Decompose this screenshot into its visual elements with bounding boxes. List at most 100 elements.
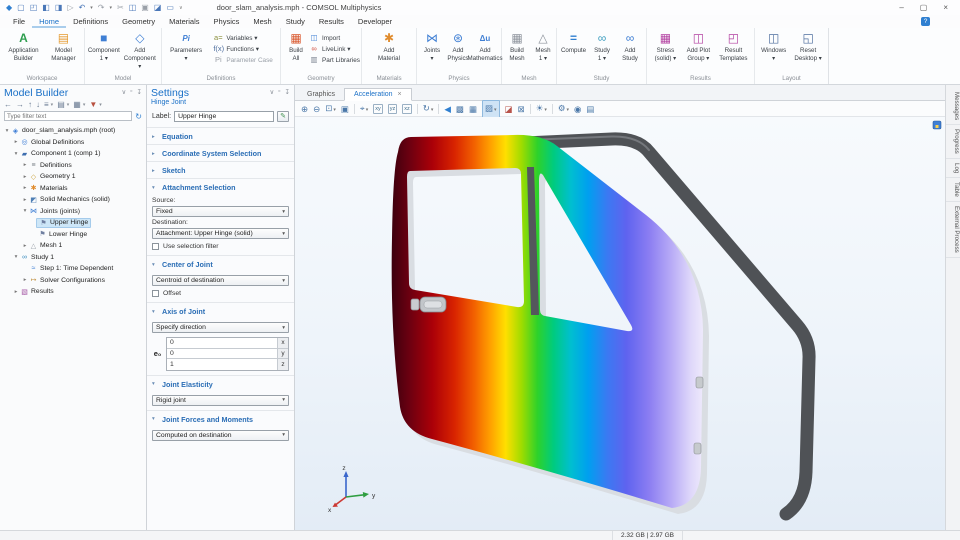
undo-caret-icon[interactable]: ▾ bbox=[90, 3, 93, 13]
scene-light-icon[interactable]: ☀▾ bbox=[536, 101, 547, 117]
rotate-view-icon[interactable]: ↻▾ bbox=[423, 101, 434, 117]
color-plot-icon[interactable]: ▨▾ bbox=[482, 100, 500, 118]
tree-view-icon[interactable]: ▦ bbox=[73, 100, 81, 109]
zoom-extents-icon[interactable]: ⊡▾ bbox=[325, 101, 336, 117]
side-tab-table[interactable]: Table bbox=[946, 178, 960, 202]
component-1-button[interactable]: ■ Component 1 ▾ bbox=[87, 31, 121, 63]
center-of-joint-dropdown[interactable]: Centroid of destination ▾ bbox=[152, 275, 289, 286]
view-yz-icon[interactable]: yz bbox=[388, 104, 398, 114]
nav-back-icon[interactable]: ← bbox=[4, 100, 12, 109]
section-attachment-selection[interactable]: ▾ Attachment Selection bbox=[147, 178, 294, 195]
close-button[interactable]: × bbox=[943, 3, 948, 12]
section-center-of-joint[interactable]: ▾ Center of Joint bbox=[147, 255, 294, 272]
close-tab-icon[interactable]: × bbox=[398, 91, 402, 98]
stress-solid-button[interactable]: ▦ Stress (solid) ▾ bbox=[652, 31, 678, 63]
redo-caret-icon[interactable]: ▾ bbox=[109, 3, 112, 13]
section-coordinate-system-selection[interactable]: ▸ Coordinate System Selection bbox=[147, 144, 294, 161]
go-to-view-icon[interactable]: ⌖▾ bbox=[360, 101, 368, 117]
delete-icon[interactable]: ▭ bbox=[166, 3, 174, 13]
section-axis-of-joint[interactable]: ▾ Axis of Joint bbox=[147, 302, 294, 319]
axis-of-joint-dropdown[interactable]: Specify direction ▾ bbox=[152, 322, 289, 333]
tree-item-definitions[interactable]: ▸ ≡ Definitions bbox=[0, 160, 146, 172]
paste-icon[interactable]: ▣ bbox=[141, 3, 149, 13]
tab-physics[interactable]: Physics bbox=[207, 15, 247, 28]
tab-mesh[interactable]: Mesh bbox=[246, 15, 278, 28]
add-material-button[interactable]: ✱ Add Material bbox=[376, 31, 402, 63]
node-group-icon[interactable]: ▤ bbox=[57, 100, 65, 109]
panel-detach-icon[interactable]: ▫ bbox=[278, 88, 280, 96]
study-1-button[interactable]: ∞ Study 1 ▾ bbox=[589, 31, 615, 63]
joint-elasticity-dropdown[interactable]: Rigid joint ▾ bbox=[152, 395, 289, 406]
tab-materials[interactable]: Materials bbox=[162, 15, 206, 28]
panel-collapse-icon[interactable]: ∨ bbox=[269, 88, 274, 96]
panel-pin-icon[interactable]: ↧ bbox=[137, 88, 142, 96]
build-all-button[interactable]: ▦ Build All bbox=[283, 31, 309, 63]
section-joint-elasticity[interactable]: ▾ Joint Elasticity bbox=[147, 375, 294, 392]
tab-results[interactable]: Results bbox=[312, 15, 351, 28]
reset-desktop-button[interactable]: ◱ Reset Desktop ▾ bbox=[793, 31, 823, 63]
offset-checkbox[interactable] bbox=[152, 290, 159, 297]
transparency-icon[interactable]: ▩ bbox=[456, 102, 464, 116]
panel-detach-icon[interactable]: ▫ bbox=[130, 88, 132, 96]
vector-y-input[interactable]: 0 bbox=[167, 349, 278, 359]
tab-study[interactable]: Study bbox=[279, 15, 312, 28]
mesh-1-button[interactable]: △ Mesh 1 ▾ bbox=[530, 31, 556, 63]
panel-pin-icon[interactable]: ↧ bbox=[285, 88, 290, 96]
tree-item-root[interactable]: ▾ ◈ door_slam_analysis.mph (root) bbox=[0, 125, 146, 137]
lock-camera-icon[interactable]: ⊠ bbox=[518, 102, 525, 116]
zoom-to-selection-icon[interactable]: ▣ bbox=[341, 102, 349, 116]
tab-definitions[interactable]: Definitions bbox=[66, 15, 115, 28]
refresh-icon[interactable]: ↻ bbox=[135, 112, 142, 121]
windows-button[interactable]: ◫ Windows ▾ bbox=[760, 31, 787, 63]
label-edit-button[interactable]: ✎ bbox=[277, 111, 289, 122]
side-tab-external-process[interactable]: External Process bbox=[946, 202, 960, 258]
vector-z-input[interactable]: 1 bbox=[167, 359, 278, 370]
default-view-icon[interactable]: ◀ bbox=[444, 102, 451, 116]
label-input[interactable] bbox=[174, 111, 274, 122]
cut-icon[interactable]: ✂ bbox=[117, 3, 124, 13]
joints-button[interactable]: ⋈ Joints ▾ bbox=[419, 31, 445, 63]
add-plot-group-button[interactable]: ◫ Add Plot Group ▾ bbox=[685, 31, 711, 63]
tree-item-mesh-1[interactable]: ▸ △ Mesh 1 bbox=[0, 240, 146, 252]
joint-forces-dropdown[interactable]: Computed on destination ▾ bbox=[152, 430, 289, 441]
build-mesh-button[interactable]: ▦ Build Mesh bbox=[504, 31, 530, 63]
tab-acceleration[interactable]: Acceleration × bbox=[344, 88, 412, 101]
copy-icon[interactable]: ◫ bbox=[129, 3, 137, 13]
move-down-icon[interactable]: ↓ bbox=[36, 100, 40, 109]
view-xz-icon[interactable]: xz bbox=[402, 104, 412, 114]
tree-item-joints[interactable]: ▾ ⋈ Joints (joints) bbox=[0, 206, 146, 218]
tree-item-solver-configurations[interactable]: ▸ ↦ Solver Configurations bbox=[0, 275, 146, 287]
add-component-button[interactable]: ◇ Add Component ▾ bbox=[121, 31, 159, 71]
add-study-button[interactable]: ∞ Add Study bbox=[617, 31, 643, 63]
help-icon[interactable]: ? bbox=[921, 17, 930, 26]
model-manager-button[interactable]: ▤ Model Manager bbox=[50, 31, 76, 63]
tree-item-component-1[interactable]: ▾ ▰ Component 1 (comp 1) bbox=[0, 148, 146, 160]
duplicate-icon[interactable]: ◪ bbox=[154, 3, 162, 13]
tree-item-geometry-1[interactable]: ▸ ◇ Geometry 1 bbox=[0, 171, 146, 183]
wireframe-icon[interactable]: ▦ bbox=[469, 102, 477, 116]
part-libraries-button[interactable]: ▥ Part Libraries bbox=[309, 56, 360, 64]
destination-dropdown[interactable]: Attachment: Upper Hinge (solid) ▾ bbox=[152, 228, 289, 239]
view-xy-icon[interactable]: xy bbox=[373, 104, 383, 114]
collapse-all-icon[interactable]: ≡ bbox=[44, 100, 49, 109]
application-builder-button[interactable]: A Application Builder bbox=[7, 31, 39, 63]
source-dropdown[interactable]: Fixed ▾ bbox=[152, 206, 289, 217]
new-file-icon[interactable]: ▢ bbox=[17, 3, 25, 13]
tree-item-solid-mechanics[interactable]: ▸ ◩ Solid Mechanics (solid) bbox=[0, 194, 146, 206]
nav-forward-icon[interactable]: → bbox=[16, 100, 24, 109]
result-templates-button[interactable]: ◰ Result Templates bbox=[718, 31, 748, 63]
snapshot-icon[interactable]: ◉ bbox=[574, 102, 581, 116]
tree-item-upper-hinge[interactable]: ⚑ Upper Hinge bbox=[0, 217, 146, 229]
zoom-out-icon[interactable]: ⊖ bbox=[313, 102, 320, 116]
side-tab-messages[interactable]: Messages bbox=[946, 88, 960, 125]
save-icon[interactable]: ◧ bbox=[42, 3, 50, 13]
tree-item-materials[interactable]: ▸ ✱ Materials bbox=[0, 183, 146, 195]
section-equation[interactable]: ▸ Equation bbox=[147, 127, 294, 144]
panel-collapse-icon[interactable]: ∨ bbox=[121, 88, 126, 96]
section-sketch[interactable]: ▸ Sketch bbox=[147, 161, 294, 178]
parameter-case-button[interactable]: Pi Parameter Case bbox=[213, 56, 273, 64]
tab-graphics[interactable]: Graphics bbox=[298, 89, 344, 100]
section-joint-forces-and-moments[interactable]: ▾ Joint Forces and Moments bbox=[147, 410, 294, 427]
vector-x-input[interactable]: 0 bbox=[167, 338, 278, 348]
side-tab-progress[interactable]: Progress bbox=[946, 125, 960, 159]
